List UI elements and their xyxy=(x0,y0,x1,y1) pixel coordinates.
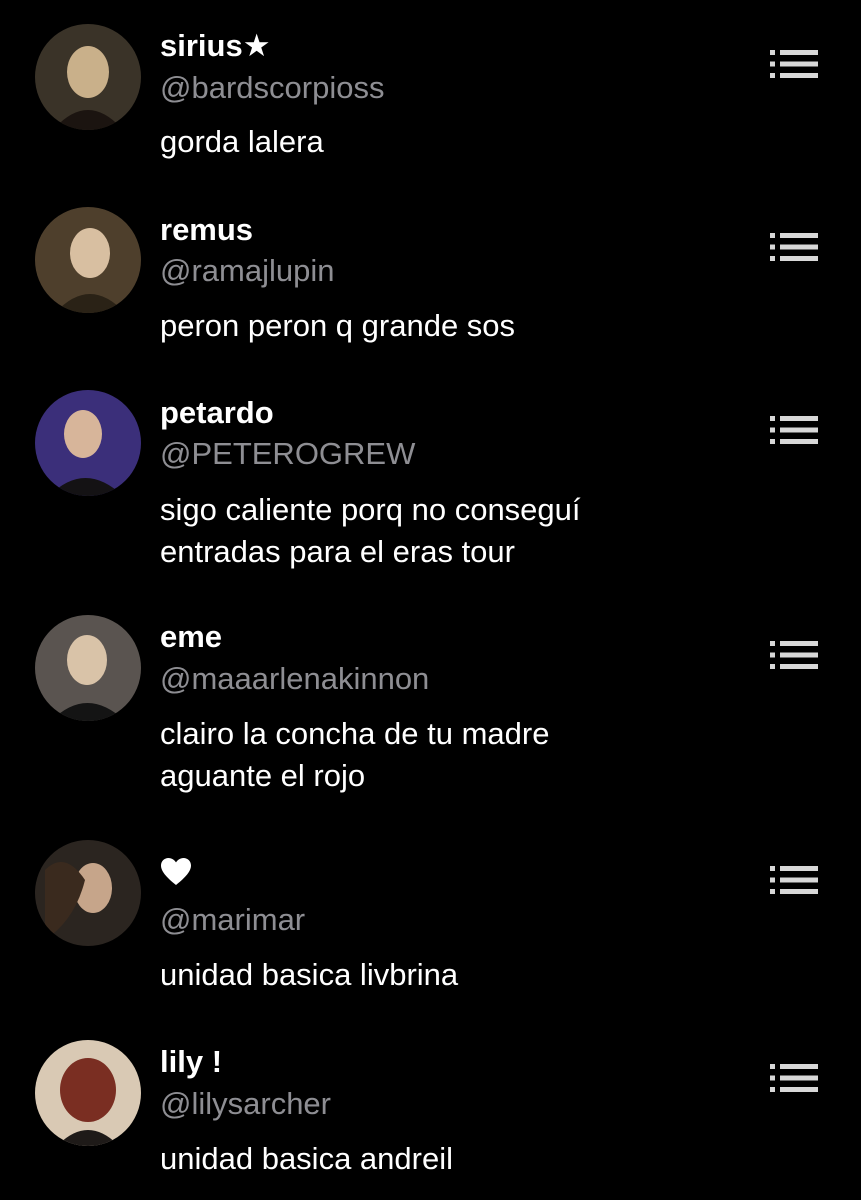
text-line: clairo la concha de tu madre xyxy=(160,716,550,751)
avatar[interactable] xyxy=(35,840,141,946)
list-item[interactable]: remus @ramajlupin peron peron q grande s… xyxy=(0,185,861,370)
account-text: sigo caliente porq no conseguí entradas … xyxy=(160,489,581,573)
list-item[interactable]: petardo @PETEROGREW sigo caliente porq n… xyxy=(0,370,861,595)
avatar-image xyxy=(35,390,141,496)
user-handle: @ramajlupin xyxy=(160,253,335,288)
account-text: gorda lalera xyxy=(160,121,324,163)
avatar[interactable] xyxy=(35,1040,141,1146)
display-name: lily ! xyxy=(160,1044,223,1079)
list-item[interactable]: lily ! @lilysarcher unidad basica andrei… xyxy=(0,1020,861,1200)
account-text: peron peron q grande sos xyxy=(160,305,515,347)
avatar-image xyxy=(35,615,141,721)
avatar-image xyxy=(35,1040,141,1146)
display-name-heart-icon xyxy=(160,857,192,892)
account-text: unidad basica andreil xyxy=(160,1138,453,1180)
user-handle: @bardscorpioss xyxy=(160,70,385,105)
heart-icon xyxy=(161,858,191,885)
text-line: gorda lalera xyxy=(160,124,324,159)
list-item[interactable]: eme @maaarlenakinnon clairo la concha de… xyxy=(0,595,861,820)
user-handle: @PETEROGREW xyxy=(160,436,416,471)
account-text: unidad basica livbrina xyxy=(160,954,458,996)
list-menu-icon[interactable] xyxy=(766,230,822,264)
display-name: sirius★ xyxy=(160,28,271,63)
text-line: unidad basica andreil xyxy=(160,1141,453,1176)
text-line: peron peron q grande sos xyxy=(160,308,516,343)
avatar-image xyxy=(35,207,141,313)
list-menu-icon[interactable] xyxy=(766,413,822,447)
avatar[interactable] xyxy=(35,615,141,721)
list-item[interactable]: @marimar unidad basica livbrina xyxy=(0,820,861,1020)
user-handle: @marimar xyxy=(160,902,306,937)
display-name: eme xyxy=(160,619,223,654)
list-menu-icon[interactable] xyxy=(766,1061,822,1095)
text-line: unidad basica livbrina xyxy=(160,957,459,992)
text-line: entradas para el eras tour xyxy=(160,534,515,569)
list-menu-icon[interactable] xyxy=(766,863,822,897)
user-handle: @lilysarcher xyxy=(160,1086,331,1121)
avatar-image xyxy=(35,840,141,946)
display-name: petardo xyxy=(160,395,274,430)
list-item[interactable]: sirius★ @bardscorpioss gorda lalera xyxy=(0,0,861,185)
list-menu-icon[interactable] xyxy=(766,47,822,81)
avatar-image xyxy=(35,24,141,130)
user-handle: @maaarlenakinnon xyxy=(160,661,430,696)
avatar[interactable] xyxy=(35,390,141,496)
list-menu-icon[interactable] xyxy=(766,638,822,672)
account-text: clairo la concha de tu madre aguante el … xyxy=(160,713,549,797)
text-line: aguante el rojo xyxy=(160,758,366,793)
display-name: remus xyxy=(160,212,254,247)
avatar[interactable] xyxy=(35,207,141,313)
text-line: sigo caliente porq no conseguí xyxy=(160,492,581,527)
avatar[interactable] xyxy=(35,24,141,130)
